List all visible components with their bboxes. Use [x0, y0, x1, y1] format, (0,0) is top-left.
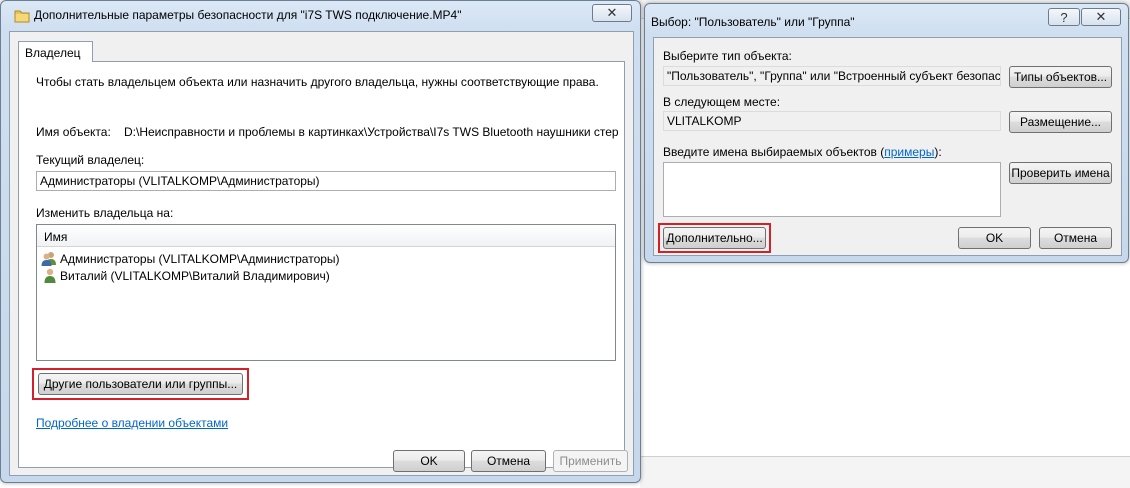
column-header-name: Имя [44, 230, 68, 244]
list-item[interactable]: Виталий (VLITALKOMP\Виталий Владимирович… [41, 267, 601, 284]
list-column-header[interactable]: Имя [37, 225, 615, 247]
enter-names-label-prefix: Введите имена выбираемых объектов ( [663, 145, 885, 159]
apply-button[interactable]: Применить [553, 450, 628, 472]
advanced-security-dialog: Дополнительные параметры безопасности дл… [0, 0, 641, 483]
ok-button[interactable]: OK [958, 227, 1031, 249]
current-owner-field[interactable]: Администраторы (VLITALKOMP\Администратор… [36, 171, 616, 191]
object-names-input[interactable] [663, 162, 1001, 217]
examples-link[interactable]: примеры [884, 145, 934, 159]
cancel-button[interactable]: Отмена [1039, 227, 1112, 249]
help-button[interactable]: ? [1048, 8, 1080, 26]
location-label: В следующем месте: [663, 95, 781, 109]
object-type-label: Выберите тип объекта: [663, 49, 792, 63]
tab-owner-label: Владелец [25, 46, 81, 60]
close-icon: ✕ [1095, 9, 1107, 24]
list-item[interactable]: Администраторы (VLITALKOMP\Администратор… [41, 250, 601, 267]
object-name-value: D:\Неисправности и проблемы в картинках\… [124, 125, 619, 139]
list-item-label: Виталий (VLITALKOMP\Виталий Владимирович… [60, 269, 330, 283]
object-name-label: Имя объекта: [36, 125, 111, 139]
dialog-title: Дополнительные параметры безопасности дл… [34, 8, 462, 22]
check-names-button[interactable]: Проверить имена [1009, 162, 1112, 184]
object-type-field: "Пользователь", "Группа" или "Встроенный… [663, 66, 1001, 86]
object-types-button[interactable]: Типы объектов... [1009, 66, 1112, 88]
tab-owner[interactable]: Владелец [18, 41, 93, 62]
list-item-label: Администраторы (VLITALKOMP\Администратор… [60, 252, 340, 266]
enter-names-label-suffix: ): [934, 145, 942, 159]
help-icon: ? [1060, 9, 1068, 25]
intro-text: Чтобы стать владельцем объекта или назна… [36, 75, 599, 89]
dialog-title: Выбор: "Пользователь" или "Группа" [651, 15, 855, 29]
advanced-button[interactable]: Дополнительно... [663, 227, 766, 249]
close-icon: ✕ [606, 5, 618, 20]
dialog-client-area: Выберите тип объекта: "Пользователь", "Г… [653, 37, 1122, 256]
locations-button[interactable]: Размещение... [1009, 111, 1112, 133]
select-users-groups-dialog: Выбор: "Пользователь" или "Группа" ? ✕ В… [644, 3, 1129, 263]
user-icon [44, 268, 56, 283]
title-bar[interactable]: Дополнительные параметры безопасности дл… [1, 1, 640, 31]
ok-button[interactable]: OK [393, 450, 465, 472]
close-button[interactable]: ✕ [592, 4, 632, 22]
owner-list[interactable]: Имя Администраторы (VLITALKOMP\Администр… [36, 224, 616, 361]
other-users-groups-button[interactable]: Другие пользователи или группы... [38, 373, 243, 395]
dialog-client-area: Владелец Чтобы стать владельцем объекта … [9, 31, 634, 476]
change-owner-label: Изменить владельца на: [36, 206, 174, 220]
cancel-button[interactable]: Отмена [471, 450, 546, 472]
folder-icon [14, 10, 30, 23]
close-button[interactable]: ✕ [1081, 8, 1121, 26]
learn-more-link[interactable]: Подробнее о владении объектами [36, 416, 228, 430]
title-bar[interactable]: Выбор: "Пользователь" или "Группа" ? ✕ [645, 4, 1128, 34]
owner-tab-panel: Чтобы стать владельцем объекта или назна… [18, 61, 625, 468]
background-window-bottom [640, 456, 1130, 488]
location-field: VLITALKOMP [663, 111, 1001, 131]
enter-names-label: Введите имена выбираемых объектов (приме… [663, 145, 942, 159]
group-icon [41, 252, 56, 266]
current-owner-label: Текущий владелец: [36, 153, 145, 167]
